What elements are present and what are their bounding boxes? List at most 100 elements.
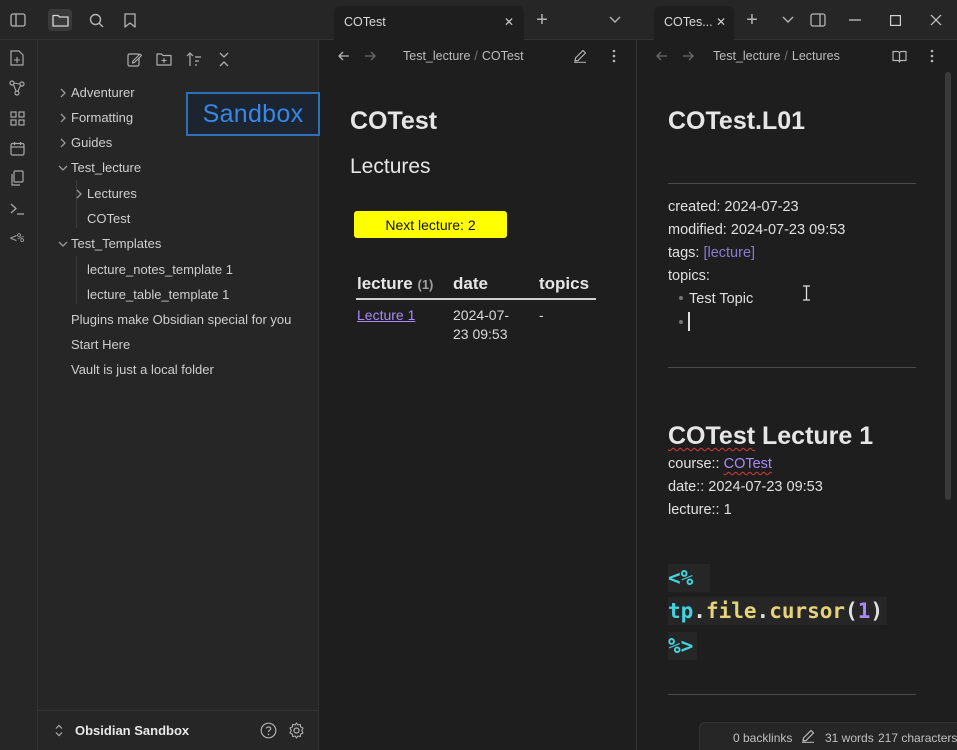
tree-label: lecture_notes_template 1 <box>87 262 233 277</box>
new-tab-button[interactable]: + <box>740 9 764 31</box>
tree-folder-adventurer[interactable]: Adventurer <box>60 82 135 104</box>
note-title: COTest.L01 <box>668 107 806 135</box>
chevron-up-down-icon[interactable] <box>55 724 63 737</box>
forward-arrow-icon[interactable] <box>680 48 696 64</box>
breadcrumb-folder[interactable]: Test_lecture <box>713 49 780 63</box>
prop-label: tags: <box>668 245 704 261</box>
templater-icon[interactable]: <% <box>7 228 27 248</box>
breadcrumb-folder[interactable]: Test_lecture <box>403 49 470 63</box>
tree-file-cotest[interactable]: COTest <box>87 208 130 230</box>
tree-file-vault[interactable]: Vault is just a local folder <box>71 359 214 381</box>
settings-gear-icon[interactable] <box>288 722 305 739</box>
chevron-right-icon[interactable] <box>57 107 69 129</box>
chevron-right-icon[interactable] <box>73 183 85 205</box>
copy-icon[interactable] <box>7 168 27 188</box>
tree-folder-test-templates[interactable]: Test_Templates <box>58 233 161 255</box>
close-tab-icon[interactable]: ✕ <box>504 15 514 29</box>
next-lecture-button[interactable]: Next lecture: 2 <box>354 211 507 238</box>
back-arrow-icon[interactable] <box>654 48 670 64</box>
new-tab-button[interactable]: + <box>530 9 554 31</box>
code-close-tag: %> <box>668 632 698 660</box>
chevron-right-icon[interactable] <box>57 132 69 154</box>
character-count: 217 characters <box>878 731 957 745</box>
prop-tags[interactable]: tags: [lecture] <box>668 245 755 261</box>
tree-file-plugins[interactable]: Plugins make Obsidian special for you <box>71 309 291 331</box>
tree-label: Adventurer <box>71 85 135 100</box>
column-header-topics[interactable]: topics <box>538 272 596 300</box>
course-link[interactable]: COTest <box>724 456 772 472</box>
tree-label: lecture_table_template 1 <box>87 287 230 302</box>
breadcrumb-folder[interactable]: Lectures <box>792 49 840 63</box>
editor-scrollbar[interactable] <box>945 72 951 500</box>
reading-view-book-icon[interactable] <box>891 48 907 64</box>
backlinks-count[interactable]: 0 backlinks <box>733 731 792 745</box>
code-token: . <box>756 599 770 623</box>
topic-item[interactable]: Test Topic <box>689 291 753 307</box>
close-tab-icon[interactable]: ✕ <box>716 15 726 29</box>
tree-file-start-here[interactable]: Start Here <box>71 334 130 356</box>
tree-folder-lectures[interactable]: Lectures <box>76 183 137 205</box>
grid-icon[interactable] <box>7 108 27 128</box>
right-sidebar-toggle-icon[interactable] <box>806 9 830 31</box>
row-count: (1) <box>417 277 434 292</box>
tree-folder-guides[interactable]: Guides <box>60 132 112 154</box>
note-title: COTest <box>350 107 438 135</box>
close-window-icon[interactable] <box>927 11 945 29</box>
topics-cell: - <box>539 307 544 323</box>
tree-folder-formatting[interactable]: Formatting <box>60 107 133 129</box>
edit-pencil-icon[interactable] <box>572 48 588 64</box>
code-token: ( <box>845 599 858 623</box>
tab-cotest[interactable]: COTest ✕ <box>334 6 524 40</box>
lecture-heading: COTest Lecture 1 <box>668 422 873 451</box>
frontmatter-divider <box>668 367 916 368</box>
field-label: course:: <box>668 456 724 472</box>
chevron-right-icon[interactable] <box>57 82 69 104</box>
code-token: ) <box>870 599 884 623</box>
chevron-down-icon[interactable] <box>57 157 69 179</box>
tree-file-lecture-table-template[interactable]: lecture_table_template 1 <box>87 284 229 306</box>
chevron-down-icon[interactable] <box>603 9 627 31</box>
calendar-icon[interactable] <box>7 138 27 158</box>
list-bullet <box>679 296 683 300</box>
sort-icon[interactable] <box>184 49 204 69</box>
chevron-down-icon[interactable] <box>57 233 69 255</box>
minimize-icon[interactable] <box>846 11 864 29</box>
tab-cotes-l01[interactable]: COTes... ✕ <box>654 6 734 40</box>
search-icon[interactable] <box>84 9 108 31</box>
back-arrow-icon[interactable] <box>336 48 352 64</box>
new-note-icon[interactable] <box>124 49 144 69</box>
heading-rest: Lecture 1 <box>755 422 874 450</box>
prop-topics-label: topics: <box>668 268 710 284</box>
graph-icon[interactable] <box>7 78 27 98</box>
more-options-icon[interactable] <box>606 48 622 64</box>
tree-folder-test-lecture[interactable]: Test_lecture <box>58 157 141 179</box>
maximize-icon[interactable] <box>886 11 904 29</box>
status-bar: 0 backlinks 31 words 217 characters <box>699 722 957 750</box>
folder-icon[interactable] <box>48 9 72 31</box>
tree-file-lecture-notes-template[interactable]: lecture_notes_template 1 <box>87 259 233 281</box>
collapse-all-icon[interactable] <box>214 49 234 69</box>
prop-created[interactable]: created: 2024-07-23 <box>668 199 799 215</box>
help-icon[interactable] <box>260 722 277 739</box>
sidebar-toggle-icon[interactable] <box>6 9 30 31</box>
breadcrumb-file[interactable]: COTest <box>482 49 524 63</box>
ribbon: <% <box>0 40 38 750</box>
pane-header: Test_lecture / COTest <box>320 40 636 72</box>
tag-link[interactable]: [lecture] <box>703 245 755 261</box>
edit-mode-pencil-icon[interactable] <box>801 729 815 743</box>
column-header-date[interactable]: date <box>452 272 538 300</box>
terminal-icon[interactable] <box>7 198 27 218</box>
prop-modified[interactable]: modified: 2024-07-23 09:53 <box>668 222 845 238</box>
new-folder-icon[interactable] <box>154 49 174 69</box>
forward-arrow-icon[interactable] <box>362 48 378 64</box>
list-bullet <box>679 320 683 324</box>
more-options-icon[interactable] <box>924 48 940 64</box>
bookmark-icon[interactable] <box>118 9 142 31</box>
date-field: date:: 2024-07-23 09:53 <box>668 479 823 495</box>
column-header-lecture[interactable]: lecture (1) <box>356 272 452 300</box>
vault-name[interactable]: Obsidian Sandbox <box>75 723 189 738</box>
editor-pane-cotest: Test_lecture / COTest COTest Lectures Next… <box>320 40 637 750</box>
chevron-down-icon[interactable] <box>776 9 800 31</box>
lecture-link[interactable]: Lecture 1 <box>357 307 415 323</box>
file-plus-icon[interactable] <box>7 48 27 68</box>
